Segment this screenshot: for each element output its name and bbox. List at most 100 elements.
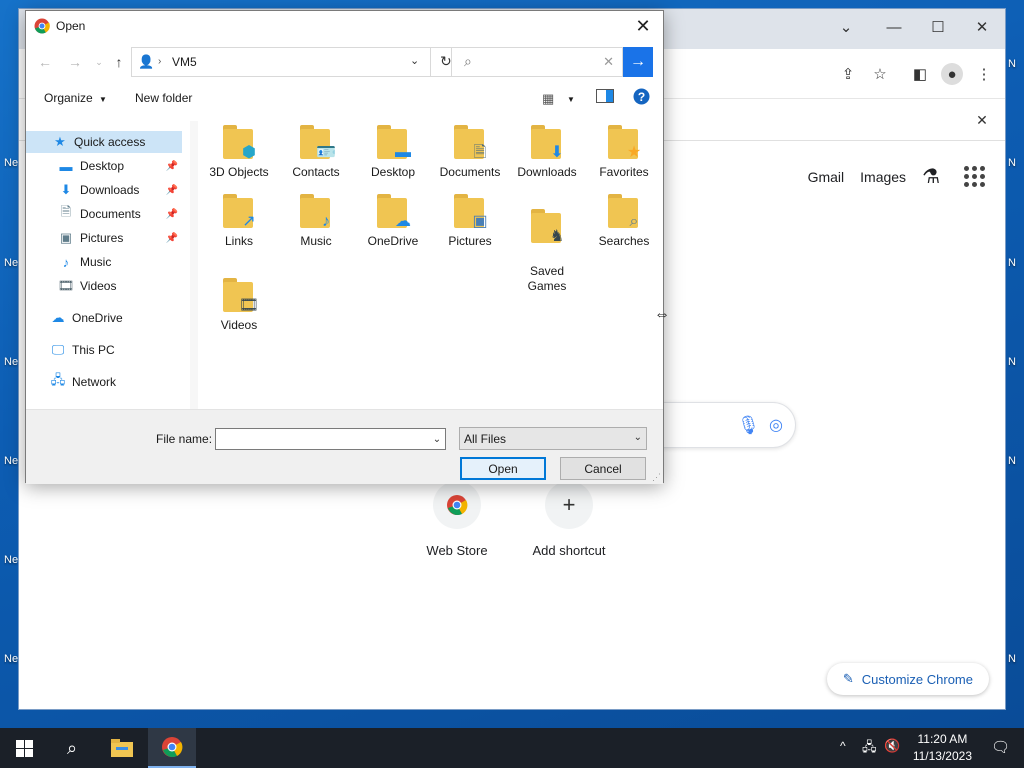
file-explorer-icon[interactable] — [98, 728, 146, 768]
address-bar[interactable]: 👤 › VM5 ⌄ ↻ — [131, 47, 461, 77]
folder-label: Videos — [220, 318, 258, 332]
nav-item-documents[interactable]: 🗎 Documents 📌 — [58, 203, 182, 225]
folder-documents[interactable]: 🗎 Documents — [433, 125, 507, 180]
nav-item-this-pc[interactable]: 🖵 This PC — [50, 339, 182, 361]
desktop-icon-label[interactable]: N — [1008, 58, 1024, 70]
labs-flask-icon[interactable]: ⚗ — [922, 164, 940, 189]
breadcrumb-item[interactable]: VM5 — [172, 55, 197, 69]
profile-avatar-icon[interactable]: ● — [941, 63, 963, 85]
bookmark-star-icon[interactable]: ☆ — [869, 63, 891, 85]
folder-desktop[interactable]: ▬ Desktop — [356, 125, 430, 180]
divider — [430, 48, 431, 76]
file-name-input[interactable] — [215, 428, 446, 450]
pin-icon[interactable]: 📌 — [166, 209, 178, 220]
gmail-link[interactable]: Gmail — [808, 169, 845, 185]
file-name-dropdown-icon[interactable]: ⌄ — [428, 428, 446, 450]
shortcut-web-store[interactable]: Web Store — [402, 481, 512, 558]
preview-pane-icon[interactable] — [596, 89, 614, 106]
desktop-icon-label[interactable]: N — [1008, 157, 1024, 169]
folder-onedrive[interactable]: ☁ OneDrive — [356, 194, 430, 249]
folder-searches[interactable]: ⌕ Searches — [587, 194, 661, 249]
close-icon[interactable]: ✕ — [629, 14, 657, 38]
images-link[interactable]: Images — [860, 169, 906, 185]
address-dropdown-icon[interactable]: ⌄ — [410, 54, 419, 67]
desktop-icon-label[interactable]: N — [1008, 653, 1024, 665]
shortcut-add[interactable]: + Add shortcut — [514, 481, 624, 558]
nav-item-label: Music — [80, 255, 112, 269]
resize-grip-icon[interactable]: ⋰ — [652, 472, 661, 483]
nav-pane-splitter[interactable] — [190, 121, 198, 409]
nav-item-onedrive[interactable]: ☁ OneDrive — [50, 307, 182, 329]
chrome-taskbar-icon[interactable] — [148, 728, 196, 768]
clock-time: 11:20 AM — [917, 732, 968, 746]
windows-start-icon[interactable] — [0, 728, 48, 768]
pin-icon[interactable]: 📌 — [166, 161, 178, 172]
shortcut-label: Add shortcut — [532, 543, 606, 558]
side-panel-icon[interactable]: ◧ — [909, 63, 931, 85]
google-search-box[interactable]: 🎙 ◎ — [649, 402, 796, 448]
close-icon[interactable]: ✕ — [967, 15, 997, 39]
file-list-view: ⬢ 3D Objects 🪪 Contacts ▬ Desktop 🗎 Docu… — [202, 121, 662, 411]
volume-muted-icon[interactable]: 🔇 — [884, 738, 900, 754]
minimize-icon[interactable]: — — [879, 15, 909, 39]
nav-item-desktop[interactable]: ▬ Desktop 📌 — [58, 155, 182, 177]
desktop-icon-label[interactable]: N — [1008, 257, 1024, 269]
folder-videos[interactable]: 🎞 Videos — [202, 278, 276, 333]
nav-item-videos[interactable]: 🎞 Videos — [58, 275, 182, 297]
menu-kebab-icon[interactable]: ⋮ — [973, 63, 995, 85]
search-go-button[interactable]: → — [623, 47, 653, 77]
pin-icon[interactable]: 📌 — [166, 233, 178, 244]
folder-favorites[interactable]: ★ Favorites — [587, 125, 661, 180]
folder-contacts[interactable]: 🪪 Contacts — [279, 125, 353, 180]
search-input[interactable]: ⌕ ✕ — [451, 47, 623, 77]
svg-text:?: ? — [638, 90, 645, 104]
recent-locations-chevron-icon[interactable]: ⌄ — [90, 53, 108, 71]
breadcrumb-chevron-icon[interactable]: › — [158, 56, 161, 67]
lens-search-icon[interactable]: ◎ — [769, 415, 783, 435]
network-status-icon[interactable]: 🖧 — [862, 738, 877, 760]
forward-arrow-icon[interactable]: → — [66, 53, 84, 71]
share-icon[interactable]: ⇪ — [837, 63, 859, 85]
folder-saved-games[interactable]: ♞ Saved Games — [510, 194, 584, 294]
refresh-icon[interactable]: ↻ — [440, 53, 452, 70]
folder-pictures[interactable]: ▣ Pictures — [433, 194, 507, 249]
customize-chrome-button[interactable]: ✎ Customize Chrome — [826, 663, 989, 695]
folder-label: Searches — [598, 234, 650, 248]
clear-search-icon[interactable]: ✕ — [603, 54, 614, 70]
tray-overflow-chevron-icon[interactable]: ^ — [840, 739, 846, 753]
nav-item-music[interactable]: ♪ Music — [58, 251, 182, 273]
taskbar: ⌕ ^ 🖧 🔇 11:20 AM 11/13/2023 🗨 — [0, 728, 1024, 768]
nav-item-downloads[interactable]: ⬇ Downloads 📌 — [58, 179, 182, 201]
arrow-right-icon: → — [630, 53, 646, 70]
help-icon[interactable]: ? — [633, 88, 650, 108]
view-options-icon[interactable]: ▦ — [542, 91, 554, 107]
nav-item-network[interactable]: 🖧 Network — [50, 371, 182, 393]
back-arrow-icon[interactable]: ← — [36, 53, 54, 71]
folder-3d-objects[interactable]: ⬢ 3D Objects — [202, 125, 276, 180]
folder-links[interactable]: ↗ Links — [202, 194, 276, 249]
folder-music[interactable]: ♪ Music — [279, 194, 353, 249]
view-dropdown-icon[interactable]: ▼ — [567, 95, 575, 104]
system-clock[interactable]: 11:20 AM 11/13/2023 — [913, 731, 972, 765]
google-apps-icon[interactable] — [964, 166, 985, 187]
voice-search-icon[interactable]: 🎙 — [737, 415, 760, 436]
nav-item-pictures[interactable]: ▣ Pictures 📌 — [58, 227, 182, 249]
up-arrow-icon[interactable]: ↑ — [110, 53, 128, 71]
desktop-icon-label[interactable]: N — [1008, 455, 1024, 467]
desktop-icon-label[interactable]: N — [1008, 356, 1024, 368]
tab-search-icon[interactable]: ⌄ — [831, 15, 861, 39]
3d-objects-icon: ⬢ — [242, 143, 256, 161]
close-icon[interactable]: ✕ — [971, 109, 993, 131]
pin-icon[interactable]: 📌 — [166, 185, 178, 196]
cancel-button[interactable]: Cancel — [560, 457, 646, 480]
notifications-icon[interactable]: 🗨 — [991, 738, 1010, 756]
open-button[interactable]: Open — [460, 457, 546, 480]
organize-button[interactable]: Organize ▼ — [44, 91, 107, 105]
new-folder-button[interactable]: New folder — [135, 91, 192, 105]
maximize-icon[interactable]: ☐ — [923, 15, 953, 39]
folder-label: OneDrive — [367, 234, 419, 248]
nav-item-quick-access[interactable]: ★ Quick access — [26, 131, 182, 153]
folder-downloads[interactable]: ⬇ Downloads — [510, 125, 584, 180]
search-icon[interactable]: ⌕ — [48, 728, 96, 768]
file-type-select[interactable]: All Files ⌄ — [459, 427, 647, 450]
